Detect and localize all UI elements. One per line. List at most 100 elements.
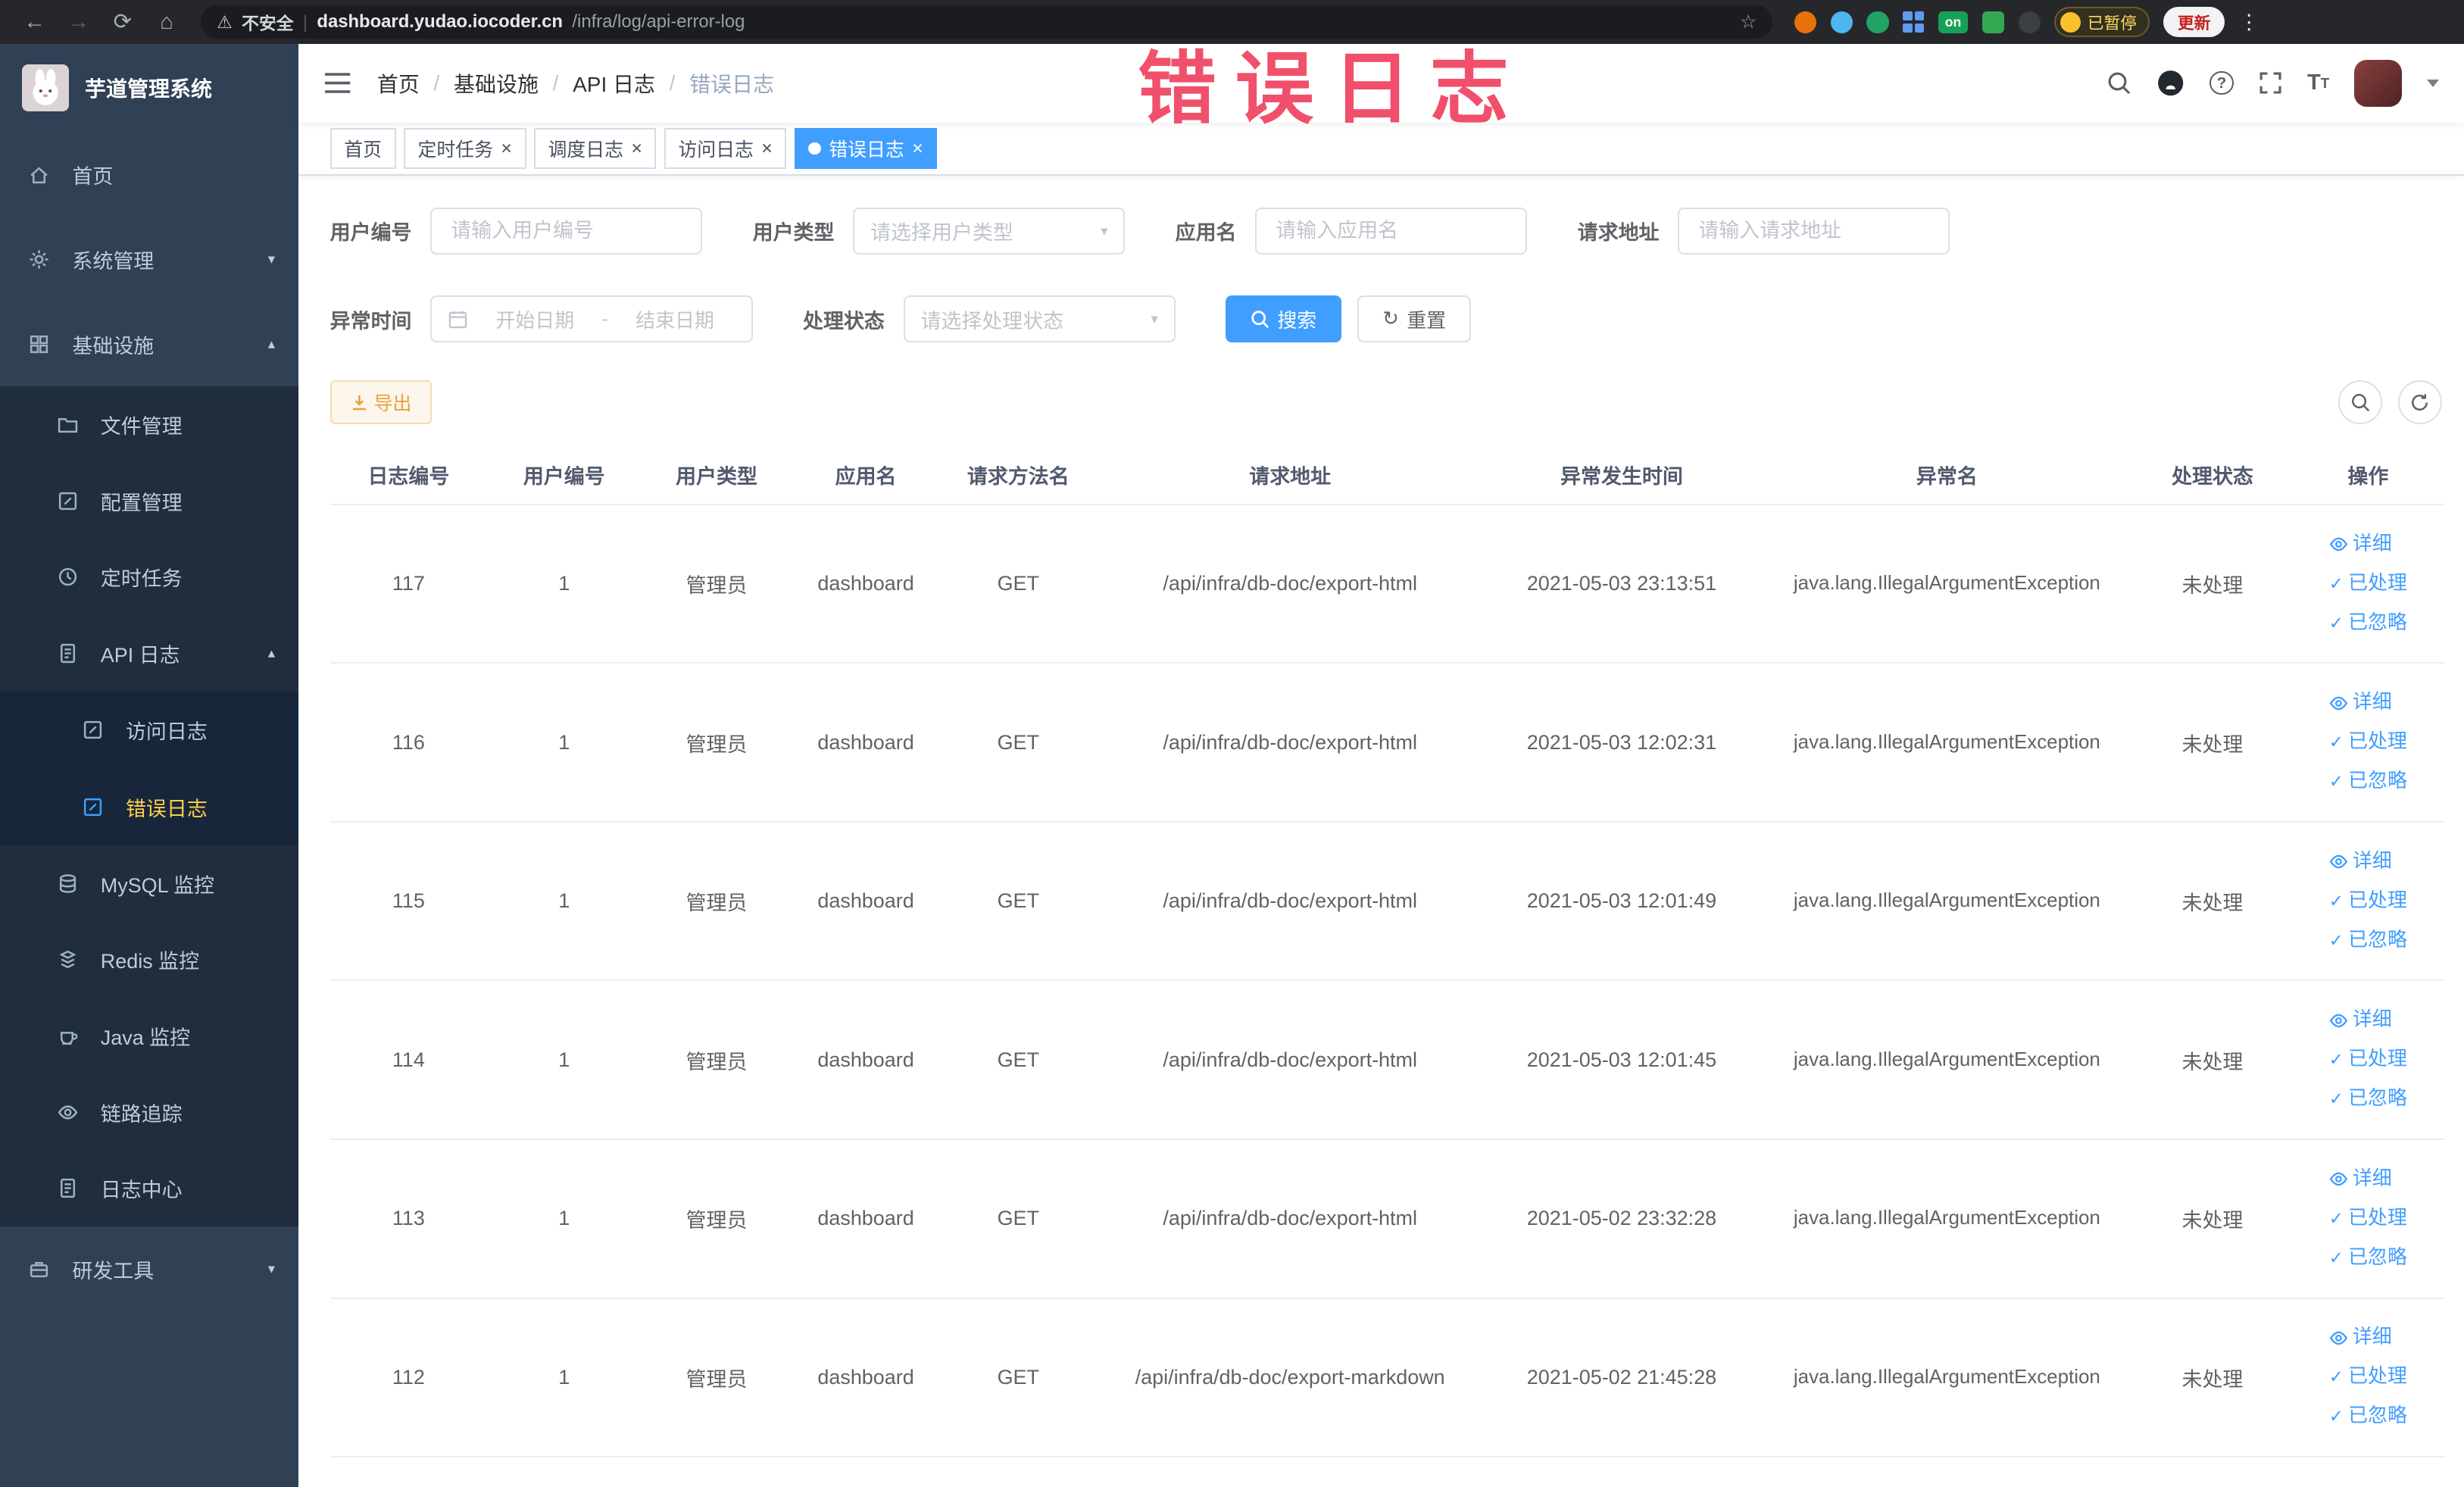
process-status-select[interactable]: 请选择处理状态 ▾ xyxy=(903,295,1176,343)
sidebar-item-label: 首页 xyxy=(72,164,114,188)
sidebar-item-redis-monitor[interactable]: Redis 监控 xyxy=(0,922,298,998)
sidebar-item-access-log[interactable]: 访问日志 xyxy=(0,692,298,769)
sidebar-item-label: 配置管理 xyxy=(100,491,183,514)
cell-status: 未处理 xyxy=(2134,1139,2291,1299)
chevron-up-icon: ▴ xyxy=(267,645,276,661)
tab-access-log[interactable]: 访问日志 × xyxy=(664,128,787,170)
sidebar-item-home[interactable]: 首页 xyxy=(0,132,298,217)
check-icon: ✓ xyxy=(2328,732,2344,752)
user-id-input[interactable] xyxy=(430,207,703,255)
bookmark-star-icon[interactable]: ☆ xyxy=(1740,11,1757,33)
extension-icon-3[interactable] xyxy=(1866,11,1889,33)
user-type-select[interactable]: 请选择用户类型 ▾ xyxy=(853,207,1126,255)
close-icon[interactable]: × xyxy=(912,139,923,158)
mark-processed-link[interactable]: ✓ 已处理 xyxy=(2329,882,2407,921)
sidebar-item-tracing[interactable]: 链路追踪 xyxy=(0,1074,298,1151)
column-header: 用户类型 xyxy=(641,446,792,505)
detail-link[interactable]: 详细 xyxy=(2329,525,2392,564)
sidebar-item-infra[interactable]: 基础设施 ▴ xyxy=(0,301,298,386)
cell-time: 2021-05-03 12:01:49 xyxy=(1483,821,1760,982)
sidebar-item-api-log[interactable]: API 日志 ▴ xyxy=(0,615,298,692)
breadcrumb-separator: / xyxy=(552,70,559,95)
sidebar-item-label: 文件管理 xyxy=(100,415,183,439)
detail-link[interactable]: 详细 xyxy=(2329,683,2392,723)
tab-scheduled-jobs[interactable]: 定时任务 × xyxy=(403,128,526,170)
sidebar-item-java-monitor[interactable]: Java 监控 xyxy=(0,998,298,1074)
detail-link[interactable]: 详细 xyxy=(2329,842,2392,882)
check-icon: ✓ xyxy=(2328,1406,2344,1426)
extension-icon-2[interactable] xyxy=(1830,11,1853,33)
mark-processed-link[interactable]: ✓ 已处理 xyxy=(2329,1040,2407,1079)
app-name-input[interactable] xyxy=(1255,207,1528,255)
help-icon[interactable]: ? xyxy=(2209,71,2234,95)
sidebar-item-config-management[interactable]: 配置管理 xyxy=(0,463,298,539)
sidebar-item-dev-tools[interactable]: 研发工具 ▾ xyxy=(0,1226,298,1311)
extension-icon-4[interactable] xyxy=(1982,11,2004,33)
close-icon[interactable]: × xyxy=(761,139,773,158)
user-avatar[interactable] xyxy=(2354,59,2402,108)
sidebar-item-file-management[interactable]: 文件管理 xyxy=(0,386,298,463)
back-icon[interactable]: ← xyxy=(16,0,54,44)
breadcrumb-item[interactable]: 首页 xyxy=(377,68,420,98)
sidebar-item-label: 日志中心 xyxy=(100,1179,183,1202)
mark-processed-link[interactable]: ✓ 已处理 xyxy=(2329,1357,2407,1397)
mark-processed-link[interactable]: ✓ 已处理 xyxy=(2329,723,2407,762)
caret-down-icon[interactable] xyxy=(2426,80,2439,93)
extension-puzzle-icon[interactable] xyxy=(2018,11,2041,33)
sidebar-item-label: 系统管理 xyxy=(72,249,155,273)
profile-paused-badge[interactable]: 已暂停 xyxy=(2054,7,2150,37)
breadcrumb-item[interactable]: 基础设施 xyxy=(454,68,539,98)
cell-actions: 详细 ✓ 已处理 ✓ 已忽略 xyxy=(2291,1298,2445,1458)
hamburger-icon[interactable] xyxy=(323,71,351,95)
table-row: 117 1 管理员 dashboard GET /api/infra/db-do… xyxy=(329,504,2445,664)
font-size-icon[interactable]: TT xyxy=(2307,70,2329,95)
detail-link[interactable]: 详细 xyxy=(2329,1318,2392,1357)
sidebar-item-error-log[interactable]: 错误日志 xyxy=(0,768,298,845)
reset-button[interactable]: ↻ 重置 xyxy=(1357,295,1472,343)
mark-ignored-link[interactable]: ✓ 已忽略 xyxy=(2329,1079,2407,1119)
breadcrumb-item[interactable]: API 日志 xyxy=(573,68,655,98)
filter-label: 应用名 xyxy=(1175,221,1237,245)
refresh-table-button[interactable] xyxy=(2397,380,2442,425)
browser-menu-icon[interactable]: ⋮ xyxy=(2239,11,2259,34)
sidebar-item-mysql-monitor[interactable]: MySQL 监控 xyxy=(0,845,298,922)
sidebar-item-log-center[interactable]: 日志中心 xyxy=(0,1150,298,1226)
mark-processed-link[interactable]: ✓ 已处理 xyxy=(2329,1199,2407,1239)
exception-time-range-picker[interactable]: 开始日期 - 结束日期 xyxy=(430,295,753,343)
mark-ignored-link[interactable]: ✓ 已忽略 xyxy=(2329,1397,2407,1436)
search-button-label: 搜索 xyxy=(1277,310,1317,332)
extension-on-badge[interactable]: on xyxy=(1938,11,1969,33)
detail-link[interactable]: 详细 xyxy=(2329,1001,2392,1040)
reload-icon[interactable]: ⟳ xyxy=(104,0,142,44)
start-date-placeholder: 开始日期 xyxy=(495,310,575,332)
fullscreen-icon[interactable] xyxy=(2259,71,2282,95)
extension-icon-1[interactable] xyxy=(1794,11,1817,33)
close-icon[interactable]: × xyxy=(501,139,512,158)
export-button[interactable]: 导出 xyxy=(329,380,433,425)
mark-ignored-link[interactable]: ✓ 已忽略 xyxy=(2329,921,2407,961)
mark-processed-link[interactable]: ✓ 已处理 xyxy=(2329,564,2407,604)
breadcrumb-separator: / xyxy=(669,70,676,95)
toggle-search-button[interactable] xyxy=(2338,380,2383,425)
request-url-input[interactable] xyxy=(1678,207,1950,255)
forward-icon[interactable]: → xyxy=(60,0,98,44)
search-icon[interactable] xyxy=(2106,70,2131,95)
tab-schedule-log[interactable]: 调度日志 × xyxy=(533,128,657,170)
extension-grid-icon[interactable] xyxy=(1903,11,1925,33)
sidebar-item-scheduled-jobs[interactable]: 定时任务 xyxy=(0,539,298,616)
sidebar-item-system[interactable]: 系统管理 ▾ xyxy=(0,217,298,301)
search-button[interactable]: 搜索 xyxy=(1226,295,1342,343)
detail-link[interactable]: 详细 xyxy=(2329,1160,2392,1199)
mark-ignored-link[interactable]: ✓ 已忽略 xyxy=(2329,604,2407,643)
filter-label: 异常时间 xyxy=(329,309,412,333)
address-bar[interactable]: ⚠ 不安全 | dashboard.yudao.iocoder.cn/infra… xyxy=(201,5,1773,39)
update-button[interactable]: 更新 xyxy=(2163,7,2225,37)
github-icon[interactable] xyxy=(2156,69,2184,97)
mark-ignored-link[interactable]: ✓ 已忽略 xyxy=(2329,762,2407,801)
breadcrumb-item-current: 错误日志 xyxy=(689,72,775,96)
tab-error-log[interactable]: 错误日志 × xyxy=(794,128,938,170)
mark-ignored-link[interactable]: ✓ 已忽略 xyxy=(2329,1239,2407,1278)
tab-home[interactable]: 首页 xyxy=(329,128,396,170)
home-browser-icon[interactable]: ⌂ xyxy=(148,0,186,44)
close-icon[interactable]: × xyxy=(631,139,642,158)
